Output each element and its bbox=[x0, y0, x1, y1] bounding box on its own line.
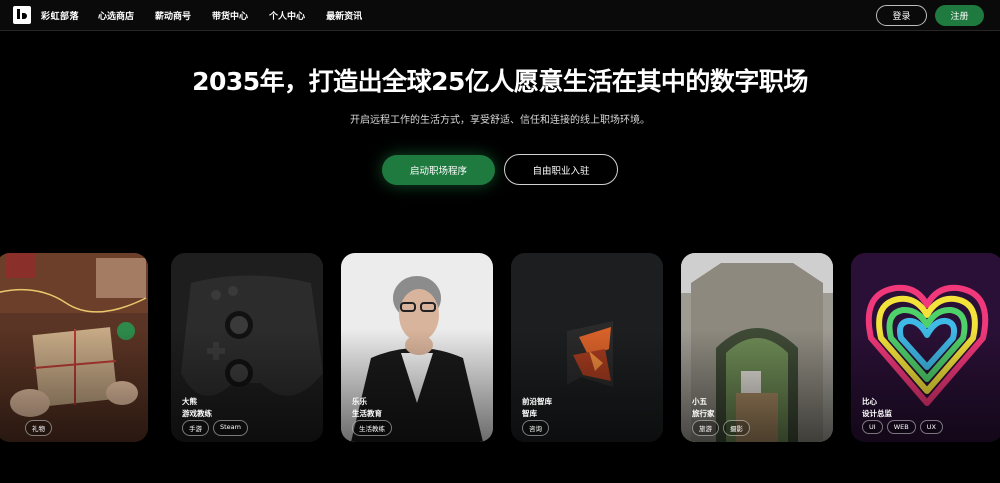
nav-link-shop[interactable]: 心选商店 bbox=[98, 9, 134, 22]
nav-links: 心选商店 薪动商号 带货中心 个人中心 最新资讯 bbox=[98, 9, 362, 22]
nav-link-news[interactable]: 最新资讯 bbox=[326, 9, 362, 22]
profile-card-gift[interactable]: 礼物 bbox=[0, 253, 148, 442]
card-tag[interactable]: 摄影 bbox=[723, 420, 750, 436]
card-tag[interactable]: UI bbox=[862, 420, 883, 434]
profile-card-design-director[interactable]: 比心 设计总监 UI WEB UX bbox=[851, 253, 1000, 442]
hero-subtitle: 开启远程工作的生活方式，享受舒适、信任和连接的线上职场环境。 bbox=[350, 115, 650, 126]
login-button[interactable]: 登录 bbox=[876, 5, 927, 26]
register-button[interactable]: 注册 bbox=[935, 5, 984, 26]
card-role: 游戏教练 bbox=[182, 409, 212, 418]
card-tags: 旅游 摄影 bbox=[692, 420, 750, 436]
card-tags: 咨询 bbox=[522, 420, 549, 436]
nav-link-merchant[interactable]: 薪动商号 bbox=[155, 9, 191, 22]
card-tags: 手游 Steam bbox=[182, 420, 248, 436]
card-tag[interactable]: 咨询 bbox=[522, 420, 549, 436]
nav-link-personal-center[interactable]: 个人中心 bbox=[269, 9, 305, 22]
profile-card-life-education[interactable]: 乐乐 生活教育 生活教练 bbox=[341, 253, 493, 442]
card-tags: 礼物 bbox=[7, 420, 52, 436]
card-role: 设计总监 bbox=[862, 409, 892, 418]
card-name: 比心 bbox=[862, 397, 877, 406]
card-tag[interactable]: 旅游 bbox=[692, 420, 719, 436]
card-tags: 生活教练 bbox=[352, 420, 392, 436]
profile-card-traveler[interactable]: 小五 旅行家 旅游 摄影 bbox=[681, 253, 833, 442]
brand-name[interactable]: 彩虹部落 bbox=[41, 9, 79, 22]
profile-card-think-tank[interactable]: 前沿智库 智库 咨询 bbox=[511, 253, 663, 442]
nav-link-sales-center[interactable]: 带货中心 bbox=[212, 9, 248, 22]
card-tag[interactable]: 礼物 bbox=[25, 420, 52, 436]
freelancer-join-button[interactable]: 自由职业入驻 bbox=[504, 154, 618, 185]
card-name: 前沿智库 bbox=[522, 397, 552, 406]
card-name: 小五 bbox=[692, 397, 707, 406]
top-navbar: 彩虹部落 心选商店 薪动商号 带货中心 个人中心 最新资讯 登录 注册 bbox=[0, 0, 1000, 31]
profile-card-game-coach[interactable]: 大熊 游戏教练 手游 Steam bbox=[171, 253, 323, 442]
card-role: 旅行家 bbox=[692, 409, 715, 418]
card-tag[interactable]: Steam bbox=[213, 420, 248, 436]
card-name: 乐乐 bbox=[352, 397, 367, 406]
card-tag[interactable]: 手游 bbox=[182, 420, 209, 436]
brand-logo-icon[interactable] bbox=[13, 6, 31, 24]
card-tag[interactable]: WEB bbox=[886, 420, 916, 434]
card-tag[interactable]: UX bbox=[919, 420, 943, 434]
card-tag[interactable]: 生活教练 bbox=[352, 420, 392, 436]
card-role: 智库 bbox=[522, 409, 537, 418]
hero-title: 2035年，打造出全球25亿人愿意生活在其中的数字职场 bbox=[192, 67, 808, 96]
card-role: 生活教育 bbox=[352, 409, 382, 418]
card-tags: UI WEB UX bbox=[862, 420, 943, 434]
card-name: 大熊 bbox=[182, 397, 197, 406]
start-workplace-button[interactable]: 启动职场程序 bbox=[382, 155, 495, 185]
